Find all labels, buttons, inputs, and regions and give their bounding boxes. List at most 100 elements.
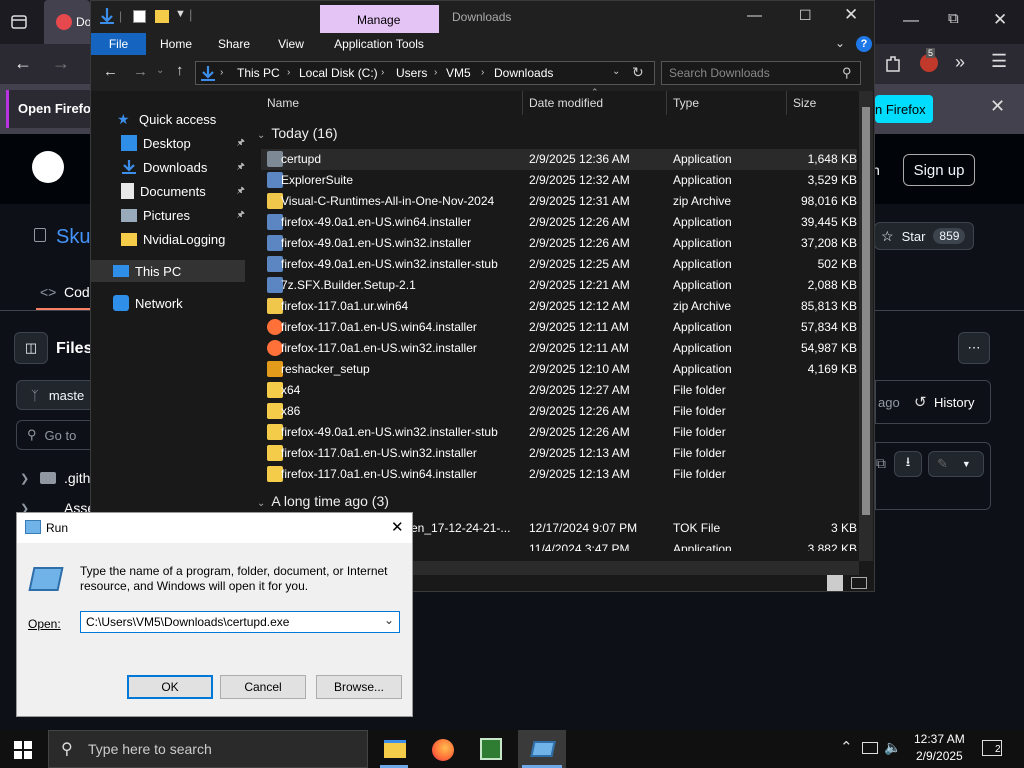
more-options-icon[interactable]: ⋯ [958,332,990,364]
nav-desktop[interactable]: Desktop 🖈 [91,132,245,154]
file-row[interactable]: firefox-117.0a1.en-US.win32.installer 2/9… [261,338,857,359]
open-firefox-button[interactable]: n Firefox [875,95,933,123]
file-row[interactable]: firefox-49.0a1.en-US.win32.installer 2/9/… [261,233,857,254]
overflow-chevron-icon[interactable]: » [955,52,965,73]
close-icon[interactable]: ✕ [391,518,404,536]
quick-access-down-icon[interactable] [99,7,115,25]
tray-chevron-up-icon[interactable]: ⌃ [840,738,853,756]
firefox-taskbar-icon[interactable] [432,739,454,761]
new-folder-icon[interactable] [155,10,169,23]
file-row[interactable]: firefox-49.0a1.en-US.win32.installer-stu… [261,422,857,443]
breadcrumb-downloads[interactable]: Downloads [494,66,553,80]
edit-dropdown[interactable]: ✎ ▼ [928,451,984,477]
ribbon-tab-view[interactable]: View [266,33,316,55]
code-tab[interactable]: Cod [64,284,90,300]
expand-ribbon-icon[interactable]: ⌄ [835,36,845,50]
nav-downloads[interactable]: Downloads 🖈 [91,156,245,178]
breadcrumb-vm5[interactable]: VM5 [446,66,471,80]
file-row[interactable]: firefox-117.0a1.ur.win64 2/9/2025 12:12 A… [261,296,857,317]
ribbon-tab-file[interactable]: File [91,33,146,55]
refresh-icon[interactable]: ↻ [632,64,644,81]
browser-tab[interactable]: Do [44,0,91,44]
ribbon-tab-home[interactable]: Home [151,33,201,55]
vertical-scrollbar[interactable] [859,91,873,561]
nav-network[interactable]: Network [91,292,245,314]
minimize-button[interactable]: — [747,7,762,24]
ribbon-tab-share[interactable]: Share [209,33,259,55]
taskbar-file-explorer[interactable] [376,730,412,768]
customize-qat-icon[interactable]: ▼ [175,8,186,20]
group-long-ago[interactable]: ⌄ A long time ago (3) [257,493,389,509]
sidebar-toggle-icon[interactable]: ◫ [14,332,48,364]
file-row[interactable]: x86 2/9/2025 12:26 AM File folder [261,401,857,422]
cancel-button[interactable]: Cancel [220,675,306,699]
open-combobox[interactable]: C:\Users\VM5\Downloads\certupd.exe ⌄ [80,611,400,633]
tree-folder-github[interactable]: .gith [64,470,90,486]
copy-icon[interactable]: ⧉ [876,455,886,472]
volume-muted-icon[interactable]: 🔈 [884,739,901,756]
manage-context-tab[interactable]: Manage [320,5,439,33]
ok-button[interactable]: OK [127,675,213,699]
back-arrow-icon[interactable]: ← [14,53,32,74]
go-to-file-input[interactable]: ⚲ Go to [16,420,96,450]
back-arrow-icon[interactable]: ← [103,63,118,80]
ribbon-tab-application-tools[interactable]: Application Tools [325,33,433,55]
clock-time[interactable]: 12:37 AM [914,732,965,746]
column-header-type[interactable]: Type [667,91,787,115]
github-logo-icon[interactable] [32,151,64,183]
group-today[interactable]: ⌄ Today (16) [257,125,338,141]
file-row[interactable]: 7z.SFX.Builder.Setup-2.1 2/9/2025 12:21 A… [261,275,857,296]
extensions-icon[interactable] [884,54,902,74]
history-link[interactable]: History [934,395,974,410]
close-notification-icon[interactable]: ✕ [990,96,1005,117]
star-button[interactable]: ☆ Star 859 [874,222,974,250]
forward-arrow-icon[interactable]: → [133,63,148,80]
browse-button[interactable]: Browse... [316,675,402,699]
nav-pictures[interactable]: Pictures 🖈 [91,204,245,226]
details-view-icon[interactable] [827,575,843,591]
scrollbar-thumb[interactable] [862,107,870,515]
tab-overview-icon[interactable] [10,13,28,31]
file-row[interactable]: firefox-117.0a1.en-US.win64.installer 2/9… [261,464,857,485]
file-row[interactable]: x64 2/9/2025 12:27 AM File folder [261,380,857,401]
repo-name[interactable]: Sku [56,226,90,249]
sign-up-button[interactable]: Sign up [903,154,975,186]
nav-this-pc[interactable]: This PC [91,260,245,282]
search-box[interactable]: Search Downloads ⚲ [661,61,861,85]
address-bar[interactable]: › This PC › Local Disk (C:) › Users › VM… [195,61,655,85]
taskbar-search-box[interactable]: ⚲ Type here to search [48,730,368,768]
start-windows-icon[interactable] [14,741,32,759]
file-row[interactable]: firefox-117.0a1.en-US.win64.installer 2/9… [261,317,857,338]
restore-browser-button[interactable]: ⧉ [948,10,959,27]
forward-arrow-icon[interactable]: → [52,53,70,74]
clock-date[interactable]: 2/9/2025 [916,749,963,763]
menu-hamburger-icon[interactable]: ☰ [991,51,1007,72]
expand-chevron-icon[interactable]: ❯ [20,472,29,485]
breadcrumb-users[interactable]: Users [396,66,427,80]
up-arrow-icon[interactable]: ↑ [176,62,184,79]
file-row[interactable]: firefox-117.0a1.en-US.win32.installer 2/9… [261,443,857,464]
file-row[interactable]: certupd 2/9/2025 12:36 AM Application 1,648… [261,149,857,170]
nav-quick-access[interactable]: ★ Quick access [91,108,245,130]
column-header-name[interactable]: Name [261,91,523,115]
file-row[interactable]: firefox-49.0a1.en-US.win64.installer 2/9/… [261,212,857,233]
close-button[interactable]: ✕ [844,5,858,25]
file-row[interactable]: reshacker_setup 2/9/2025 12:10 AM Applicat… [261,359,857,380]
open-input-value[interactable]: C:\Users\VM5\Downloads\certupd.exe [86,615,289,629]
help-icon[interactable]: ? [856,36,872,52]
minimize-browser-button[interactable]: — [903,12,919,30]
file-row[interactable]: ExplorerSuite 2/9/2025 12:32 AM Applicatio… [261,170,857,191]
large-icons-view-icon[interactable] [851,577,867,589]
close-browser-button[interactable]: ✕ [993,10,1007,30]
column-header-size[interactable]: Size [787,91,861,115]
nav-documents[interactable]: Documents 🖈 [91,180,245,202]
address-dropdown-icon[interactable]: ⌄ [612,66,620,77]
task-manager-icon[interactable] [480,738,502,760]
nav-nvidialogging[interactable]: NvidiaLogging [91,228,245,250]
branch-selector[interactable]: ᛉ maste [16,380,96,410]
recent-locations-icon[interactable]: ⌄ [156,65,164,76]
maximize-button[interactable]: ☐ [799,7,812,24]
network-tray-icon[interactable] [862,742,878,754]
breadcrumb-this-pc[interactable]: This PC [237,66,280,80]
file-row[interactable]: Visual-C-Runtimes-All-in-One-Nov-2024 2/9… [261,191,857,212]
